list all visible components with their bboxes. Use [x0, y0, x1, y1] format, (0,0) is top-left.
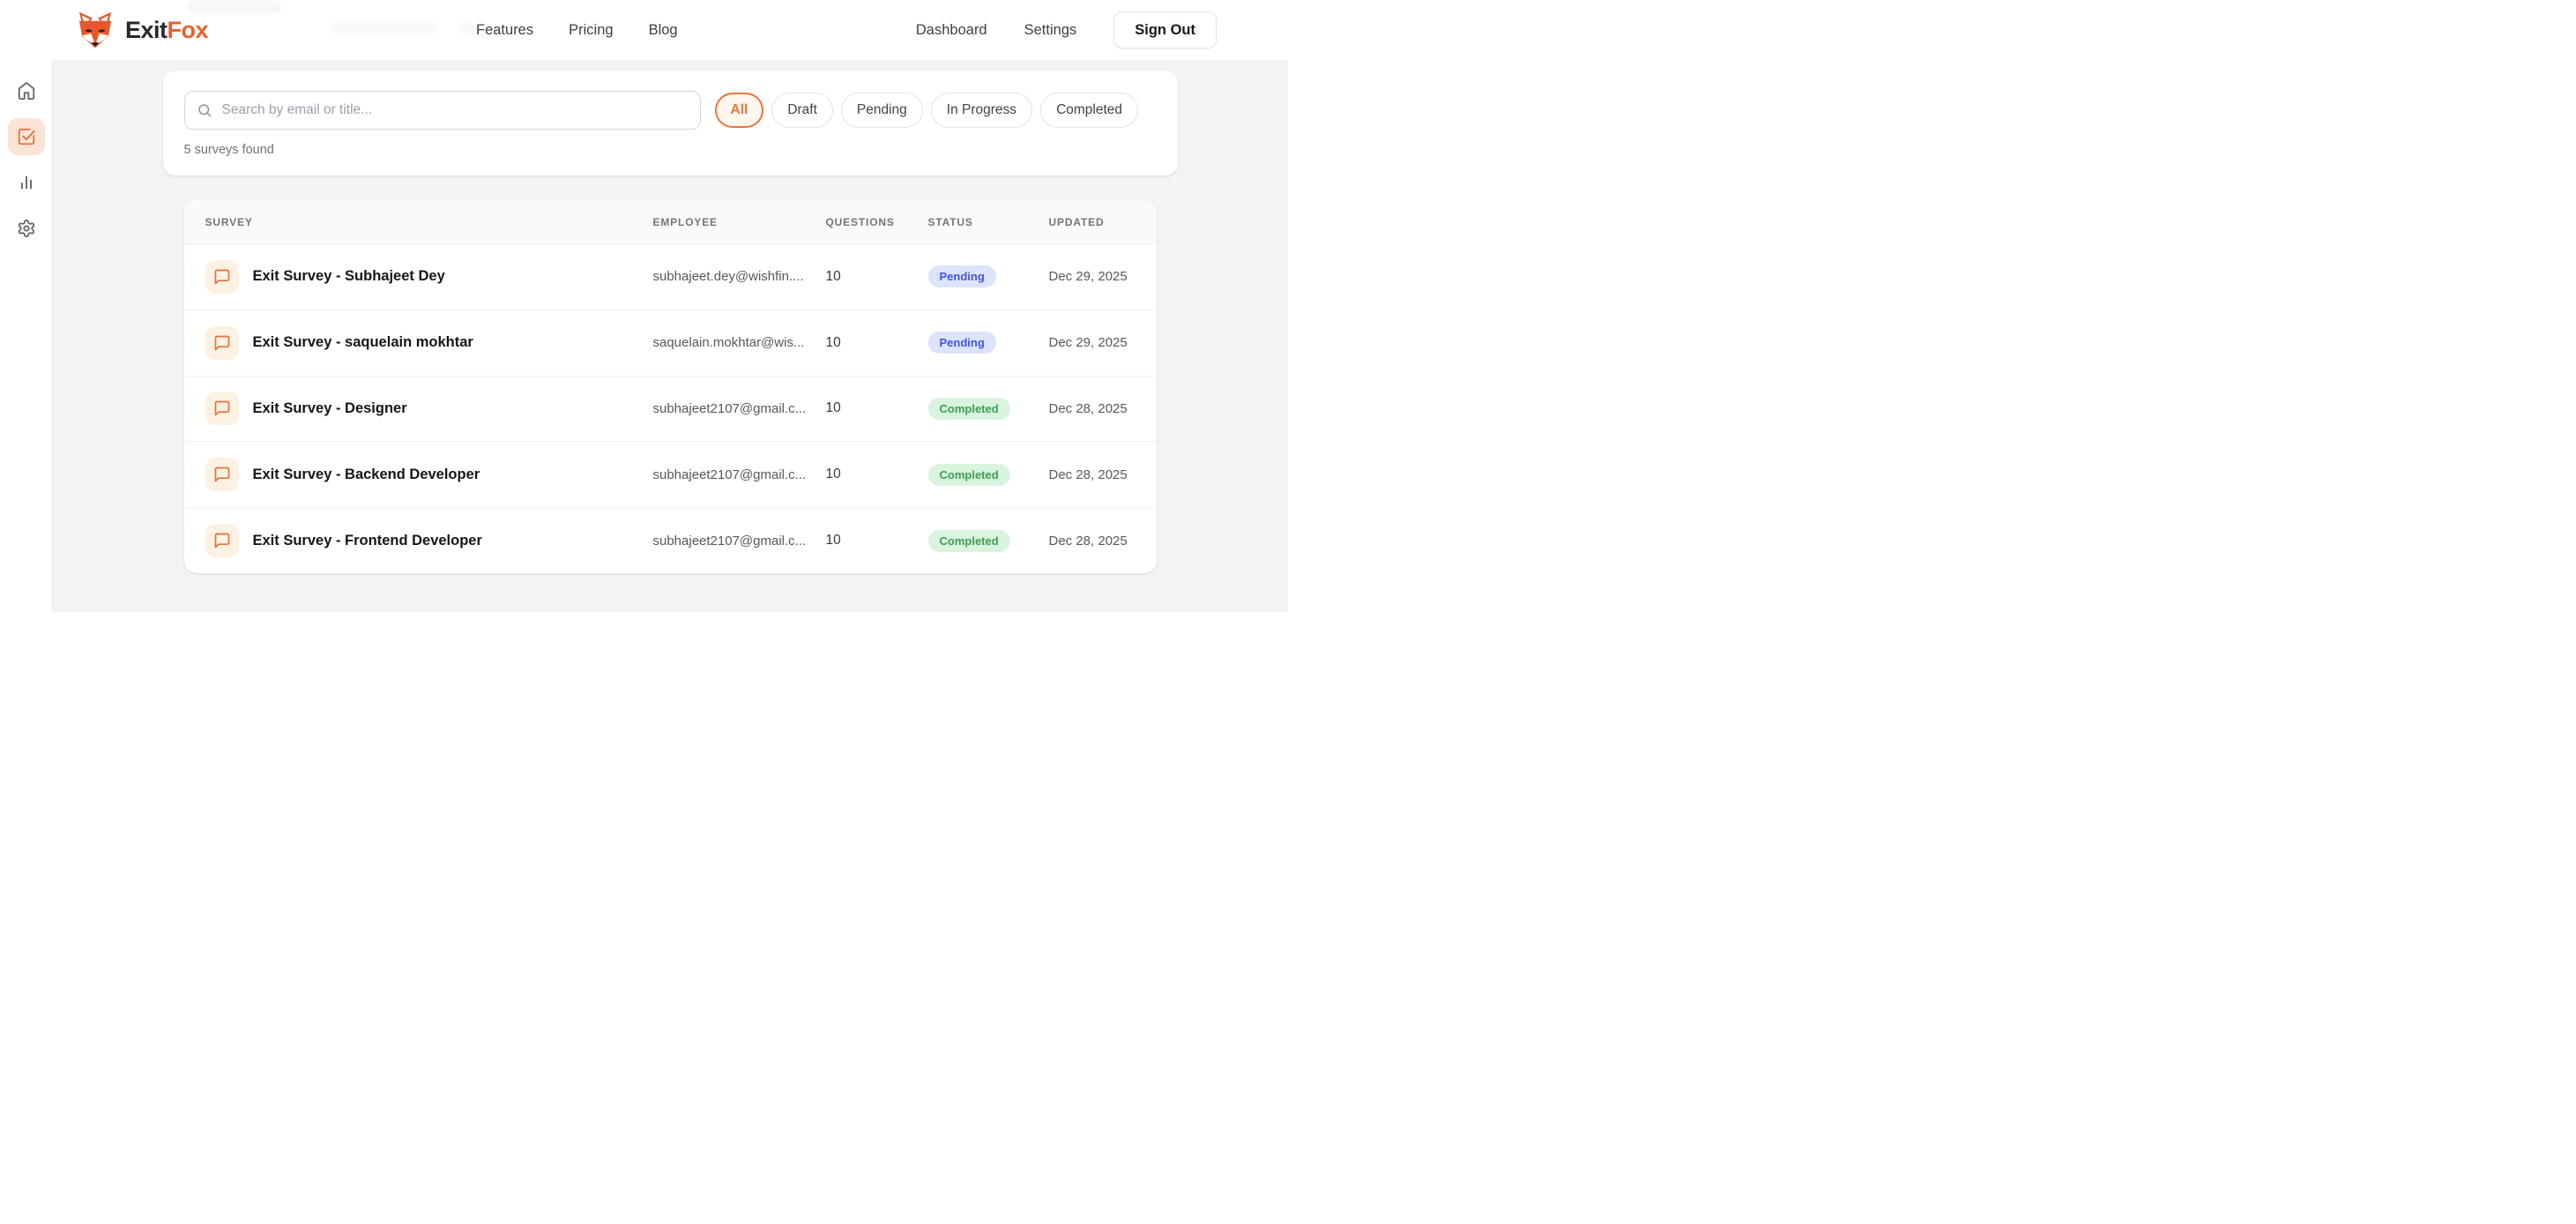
question-count: 10: [826, 400, 928, 416]
message-bubble-icon: [213, 532, 231, 549]
column-header: Survey: [205, 216, 653, 228]
search-icon: [197, 102, 212, 123]
survey-icon-box: [205, 326, 239, 360]
home-icon: [17, 81, 36, 101]
column-header: Employee: [653, 216, 826, 228]
app-screen: ExitFox Features Pricing Blog Dashboard Se…: [0, 0, 1288, 612]
filter-pill[interactable]: In Progress: [931, 93, 1032, 128]
employee-email: subhajeet.dey@wishfin....: [653, 269, 826, 284]
sidebar-item-analytics[interactable]: [8, 164, 45, 201]
sidebar: [0, 60, 53, 612]
survey-icon-box: [205, 260, 239, 294]
table-row[interactable]: Exit Survey - Subhajeet Dey subhajeet.de…: [184, 244, 1157, 310]
message-bubble-icon: [213, 268, 231, 286]
results-count: 5 surveys found: [184, 143, 1157, 157]
table-header-row: SurveyEmployeeQuestionsStatusUpdated: [184, 200, 1157, 244]
filter-pill[interactable]: Completed: [1040, 93, 1138, 128]
status-badge: Completed: [928, 398, 1010, 420]
search-input[interactable]: [184, 91, 701, 130]
nav-link[interactable]: Pricing: [569, 22, 613, 39]
top-navbar: ExitFox Features Pricing Blog Dashboard Se…: [0, 0, 1288, 60]
updated-date: Dec 28, 2025: [1049, 401, 1135, 416]
decorative-blob: [330, 21, 437, 35]
status-badge: Pending: [928, 332, 996, 354]
filter-pill[interactable]: Pending: [841, 93, 923, 128]
question-count: 10: [826, 466, 928, 482]
table-row[interactable]: Exit Survey - Backend Developer subhajee…: [184, 441, 1157, 507]
column-header: Status: [928, 216, 1049, 228]
message-bubble-icon: [213, 334, 231, 352]
brand-name: ExitFox: [125, 8, 208, 52]
employee-email: subhajeet2107@gmail.c...: [653, 401, 826, 416]
status-badge: Completed: [928, 530, 1010, 552]
fox-logo-icon: [74, 11, 116, 49]
search-wrap: [184, 91, 701, 130]
sign-out-button[interactable]: Sign Out: [1113, 11, 1217, 49]
message-bubble-icon: [213, 399, 231, 417]
surveys-table: SurveyEmployeeQuestionsStatusUpdated: [184, 200, 1157, 573]
table-row[interactable]: Exit Survey - Designer subhajeet2107@gma…: [184, 376, 1157, 442]
survey-title: Exit Survey - Subhajeet Dey: [253, 268, 445, 285]
sidebar-item-surveys[interactable]: [8, 118, 45, 155]
filter-card: AllDraftPendingIn ProgressCompleted 5 su…: [163, 71, 1178, 175]
status-filter-pills: AllDraftPendingIn ProgressCompleted: [715, 93, 1139, 128]
survey-icon-box: [205, 524, 239, 557]
nav-link[interactable]: Features: [476, 22, 533, 39]
survey-title: Exit Survey - Frontend Developer: [253, 533, 482, 549]
filter-pill[interactable]: All: [715, 93, 764, 128]
primary-nav: Features Pricing Blog: [476, 0, 678, 60]
status-badge: Pending: [928, 265, 996, 287]
sidebar-item-settings[interactable]: [8, 210, 45, 247]
survey-title: Exit Survey - Designer: [253, 400, 407, 417]
table-row[interactable]: Exit Survey - saquelain mokhtar saquelai…: [184, 310, 1157, 376]
nav-link-dashboard[interactable]: Dashboard: [916, 22, 987, 39]
updated-date: Dec 28, 2025: [1049, 467, 1135, 482]
gear-icon: [17, 219, 36, 238]
account-nav: Dashboard Settings Sign Out: [916, 0, 1217, 60]
table-row[interactable]: Exit Survey - Frontend Developer subhaje…: [184, 507, 1157, 573]
nav-link-settings[interactable]: Settings: [1024, 22, 1077, 39]
column-header: Updated: [1049, 216, 1135, 228]
column-header: Questions: [826, 216, 928, 228]
question-count: 10: [826, 335, 928, 351]
filter-pill[interactable]: Draft: [771, 93, 833, 128]
brand-logo[interactable]: ExitFox: [74, 8, 208, 52]
employee-email: subhajeet2107@gmail.c...: [653, 534, 826, 549]
updated-date: Dec 29, 2025: [1049, 335, 1135, 350]
bar-chart-icon: [17, 173, 36, 192]
survey-title: Exit Survey - saquelain mokhtar: [253, 334, 473, 351]
status-badge: Completed: [928, 464, 1010, 486]
survey-icon-box: [205, 458, 239, 491]
survey-icon-box: [205, 392, 239, 425]
employee-email: subhajeet2107@gmail.c...: [653, 467, 826, 482]
question-count: 10: [826, 269, 928, 285]
nav-link[interactable]: Blog: [649, 22, 678, 39]
check-square-icon: [17, 127, 36, 146]
updated-date: Dec 29, 2025: [1049, 269, 1135, 284]
sidebar-item-home[interactable]: [8, 72, 45, 109]
main-content: AllDraftPendingIn ProgressCompleted 5 su…: [52, 60, 1288, 612]
table-body: Exit Survey - Subhajeet Dey subhajeet.de…: [184, 244, 1157, 573]
survey-title: Exit Survey - Backend Developer: [253, 466, 480, 483]
decorative-blob: [459, 19, 473, 36]
message-bubble-icon: [213, 466, 231, 483]
updated-date: Dec 28, 2025: [1049, 534, 1135, 549]
question-count: 10: [826, 533, 928, 549]
employee-email: saquelain.mokhtar@wis...: [653, 335, 826, 350]
